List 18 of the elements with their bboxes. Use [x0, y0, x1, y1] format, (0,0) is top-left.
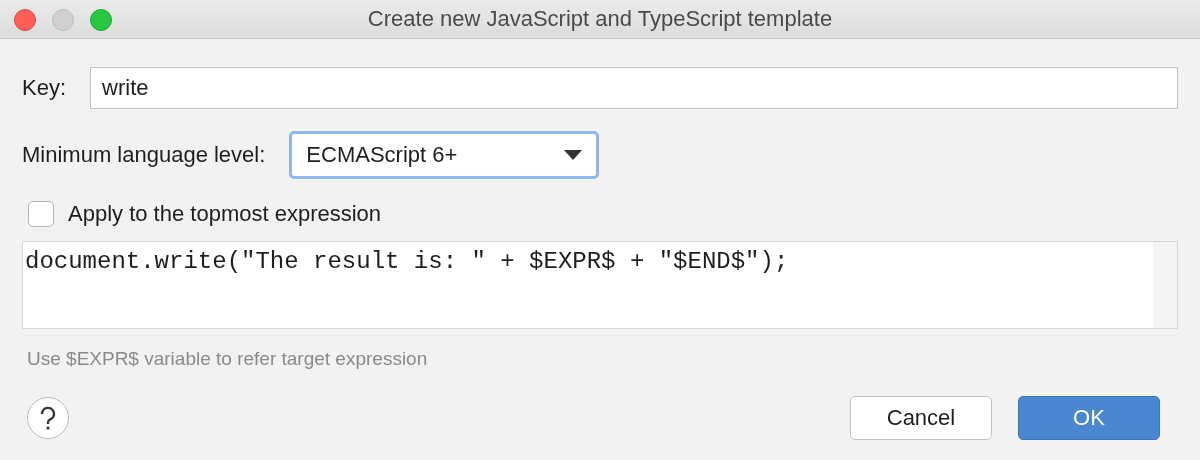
minimize-icon[interactable]	[52, 9, 74, 31]
help-button[interactable]	[27, 397, 69, 439]
checkbox-label[interactable]: Apply to the topmost expression	[68, 201, 382, 227]
template-editor[interactable]: document.write("The result is: " + $EXPR$ + "$END$");	[22, 241, 1178, 329]
close-icon[interactable]	[14, 9, 36, 31]
key-label: Key:	[22, 75, 67, 101]
caret-icon	[564, 150, 583, 160]
window-title: Create new JavaScript and TypeScript template	[367, 6, 833, 32]
key-field[interactable]: write	[90, 67, 1178, 109]
checkbox[interactable]	[28, 201, 54, 227]
language-level-label: Minimum language level:	[22, 142, 266, 168]
template-code: document.write("The result is: " + $EXPR$ + "$END$");	[24, 247, 790, 277]
zoom-icon[interactable]	[90, 9, 112, 31]
hint-text: Use $EXPR$ variable to refer target expression	[27, 348, 429, 370]
help-icon	[38, 406, 58, 430]
ok-button[interactable]: OK	[1018, 396, 1160, 440]
language-level-dropdown[interactable]: ECMAScript 6+	[289, 131, 600, 179]
cancel-button[interactable]: Cancel	[850, 396, 992, 440]
